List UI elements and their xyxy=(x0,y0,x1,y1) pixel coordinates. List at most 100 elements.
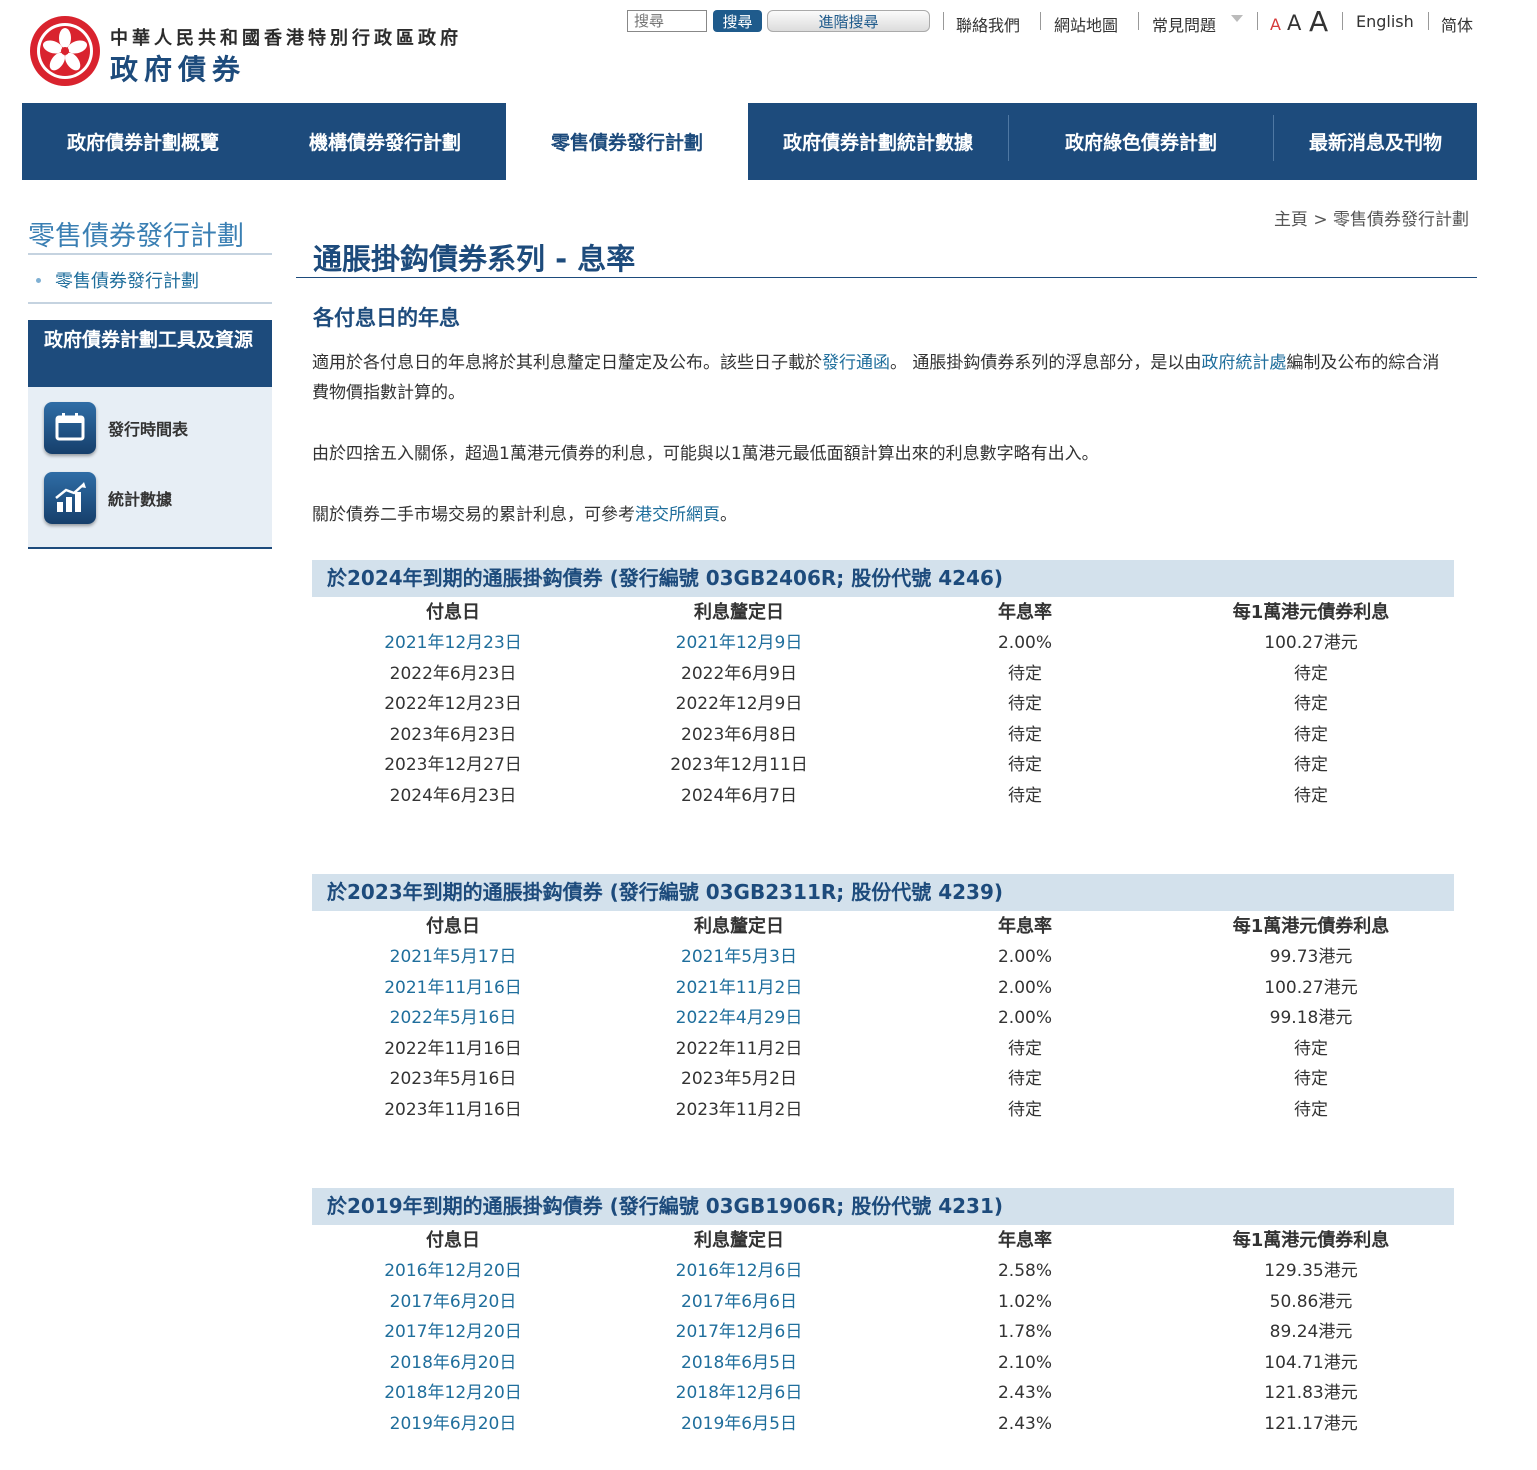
font-size-medium-button[interactable]: A xyxy=(1287,11,1301,35)
paragraph-text: 。 通脹掛鈎債券系列的浮息部分，是以由 xyxy=(890,353,1202,373)
hkex-link[interactable]: 港交所網頁 xyxy=(635,505,720,525)
sidebar-tool-statistics[interactable]: 統計數據 xyxy=(44,472,264,524)
table-row: 2021年5月17日 2021年5月3日 2.00% 99.73港元 xyxy=(312,942,1454,973)
fixing-date-cell[interactable]: 2019年6月5日 xyxy=(681,1409,797,1440)
contact-us-link[interactable]: 聯絡我們 xyxy=(956,12,1020,36)
interest-amount-cell: 121.83港元 xyxy=(1264,1383,1358,1404)
interest-amount-cell: 129.35港元 xyxy=(1264,1261,1358,1281)
interest-amount-cell: 待定 xyxy=(1294,1038,1328,1059)
payment-date-cell[interactable]: 2021年5月17日 xyxy=(390,942,517,973)
top-link-separator xyxy=(1257,12,1258,30)
section-heading: 各付息日的年息 xyxy=(313,306,460,330)
table-row: 2022年12月23日 2022年12月9日 待定 待定 xyxy=(312,689,1454,720)
calendar-icon xyxy=(44,402,96,454)
paragraph-text: 適用於各付息日的年息將於其利息釐定日釐定及公布。該些日子載於 xyxy=(312,353,822,373)
bond-table-title: 於2023年到期的通脹掛鈎債券 (發行編號 03GB2311R; 股份代號 42… xyxy=(312,874,1454,911)
english-link[interactable]: English xyxy=(1356,12,1414,31)
fixing-date-cell[interactable]: 2017年12月6日 xyxy=(676,1317,803,1348)
interest-amount-cell: 100.27港元 xyxy=(1264,633,1358,653)
payment-date-cell: 2024年6月23日 xyxy=(389,785,517,806)
payment-date-cell: 2023年6月23日 xyxy=(389,724,517,745)
offering-circular-link[interactable]: 發行通函 xyxy=(822,353,890,373)
table-row: 2018年6月20日 2018年6月5日 2.10% 104.71港元 xyxy=(312,1348,1454,1379)
interest-rate-cell: 待定 xyxy=(1008,755,1042,776)
fixing-date-cell[interactable]: 2021年12月9日 xyxy=(676,628,803,659)
column-header: 利息釐定日 xyxy=(694,602,784,623)
simplified-chinese-link[interactable]: 简体 xyxy=(1441,12,1473,36)
nav-tab-institutional[interactable]: 機構債券發行計劃 xyxy=(264,103,506,180)
fixing-date-cell[interactable]: 2017年6月6日 xyxy=(681,1287,797,1318)
interest-rate-cell: 2.00% xyxy=(997,947,1053,967)
sidebar-title: 零售債券發行計劃 xyxy=(28,221,244,252)
font-size-large-button[interactable]: A xyxy=(1309,5,1328,38)
interest-rate-cell: 1.02% xyxy=(997,1291,1053,1312)
payment-date-cell[interactable]: 2018年12月20日 xyxy=(384,1378,522,1409)
column-header: 年息率 xyxy=(998,1230,1052,1251)
interest-rate-cell: 待定 xyxy=(1008,724,1042,745)
faq-link[interactable]: 常見問題 xyxy=(1152,12,1216,36)
column-header: 年息率 xyxy=(998,602,1052,623)
table-header-row: 付息日 利息釐定日 年息率 每1萬港元債券利息 xyxy=(312,597,1454,628)
nav-tab-news[interactable]: 最新消息及刊物 xyxy=(1274,103,1477,180)
fixing-date-cell[interactable]: 2018年12月6日 xyxy=(676,1378,803,1409)
bond-table: 於2023年到期的通脹掛鈎債券 (發行編號 03GB2311R; 股份代號 42… xyxy=(312,874,1454,1126)
interest-amount-cell: 待定 xyxy=(1294,663,1328,684)
table-header-row: 付息日 利息釐定日 年息率 每1萬港元債券利息 xyxy=(312,1225,1454,1256)
interest-amount-cell: 待定 xyxy=(1294,694,1328,715)
payment-date-cell[interactable]: 2017年12月20日 xyxy=(384,1317,522,1348)
government-name: 中華人民共和國香港特別行政區政府 xyxy=(110,28,462,49)
fixing-date-cell[interactable]: 2021年5月3日 xyxy=(681,942,797,973)
payment-date-cell[interactable]: 2016年12月20日 xyxy=(384,1256,522,1287)
interest-rate-cell: 2.10% xyxy=(997,1352,1053,1373)
site-name[interactable]: 政府債券 xyxy=(110,48,246,88)
search-input[interactable] xyxy=(627,10,707,32)
payment-date-cell[interactable]: 2022年5月16日 xyxy=(390,1003,517,1034)
search-button[interactable]: 搜尋 xyxy=(713,10,762,32)
interest-rate-cell: 2.00% xyxy=(997,1008,1053,1029)
site-header: 中華人民共和國香港特別行政區政府 政府債券 搜尋 進階搜尋 聯絡我們 網站地圖 … xyxy=(0,0,1537,103)
breadcrumb-separator: > xyxy=(1313,210,1328,230)
nav-tab-green-bond[interactable]: 政府綠色債券計劃 xyxy=(1009,103,1273,180)
table-row: 2016年12月20日 2016年12月6日 2.58% 129.35港元 xyxy=(312,1256,1454,1287)
chevron-down-icon[interactable] xyxy=(1231,15,1243,22)
payment-date-cell[interactable]: 2018年6月20日 xyxy=(390,1348,517,1379)
fixing-date-cell: 2022年11月2日 xyxy=(675,1038,803,1059)
table-header-row: 付息日 利息釐定日 年息率 每1萬港元債券利息 xyxy=(312,911,1454,942)
fixing-date-cell[interactable]: 2022年4月29日 xyxy=(676,1003,803,1034)
column-header: 付息日 xyxy=(426,916,480,937)
nav-tab-retail[interactable]: 零售債券發行計劃 xyxy=(506,103,748,180)
interest-rate-cell: 2.58% xyxy=(997,1261,1053,1281)
sidebar-item-retail[interactable]: 零售債券發行計劃 xyxy=(55,267,199,293)
fixing-date-cell: 2023年5月2日 xyxy=(681,1069,797,1090)
payment-date-cell: 2023年12月27日 xyxy=(384,755,522,776)
interest-rate-cell: 待定 xyxy=(1008,1069,1042,1090)
fixing-date-cell: 2022年12月9日 xyxy=(675,694,803,715)
rounding-note: 由於四捨五入關係，超過1萬港元債券的利息，可能與以1萬港元最低面額計算出來的利息… xyxy=(312,444,1099,464)
breadcrumb-home[interactable]: 主頁 xyxy=(1274,210,1308,230)
advanced-search-button[interactable]: 進階搜尋 xyxy=(767,10,930,32)
column-header: 利息釐定日 xyxy=(694,1230,784,1251)
census-statistics-link[interactable]: 政府統計處 xyxy=(1201,353,1286,373)
font-size-small-button[interactable]: A xyxy=(1270,15,1281,34)
sidebar-tool-schedule[interactable]: 發行時間表 xyxy=(44,402,264,454)
fixing-date-cell[interactable]: 2018年6月5日 xyxy=(681,1348,797,1379)
hksar-emblem-icon[interactable] xyxy=(28,14,102,88)
bullet-icon xyxy=(36,278,41,283)
payment-date-cell[interactable]: 2021年12月23日 xyxy=(384,628,522,659)
fixing-date-cell[interactable]: 2016年12月6日 xyxy=(676,1256,803,1287)
interest-amount-cell: 50.86港元 xyxy=(1269,1291,1353,1312)
payment-date-cell[interactable]: 2019年6月20日 xyxy=(390,1409,517,1440)
fixing-date-cell: 2022年6月9日 xyxy=(681,663,797,684)
top-link-separator xyxy=(1040,12,1041,30)
payment-date-cell[interactable]: 2017年6月20日 xyxy=(390,1287,517,1318)
fixing-date-cell[interactable]: 2021年11月2日 xyxy=(676,973,803,1004)
sitemap-link[interactable]: 網站地圖 xyxy=(1054,12,1118,36)
interest-rate-cell: 待定 xyxy=(1008,694,1042,715)
payment-date-cell: 2022年11月16日 xyxy=(384,1038,522,1059)
nav-tab-statistics[interactable]: 政府債券計劃統計數據 xyxy=(748,103,1008,180)
column-header: 每1萬港元債券利息 xyxy=(1232,916,1390,937)
table-row: 2021年11月16日 2021年11月2日 2.00% 100.27港元 xyxy=(312,973,1454,1004)
payment-date-cell[interactable]: 2021年11月16日 xyxy=(384,973,522,1004)
table-row: 2024年6月23日 2024年6月7日 待定 待定 xyxy=(312,781,1454,812)
nav-tab-overview[interactable]: 政府債券計劃概覽 xyxy=(22,103,264,180)
